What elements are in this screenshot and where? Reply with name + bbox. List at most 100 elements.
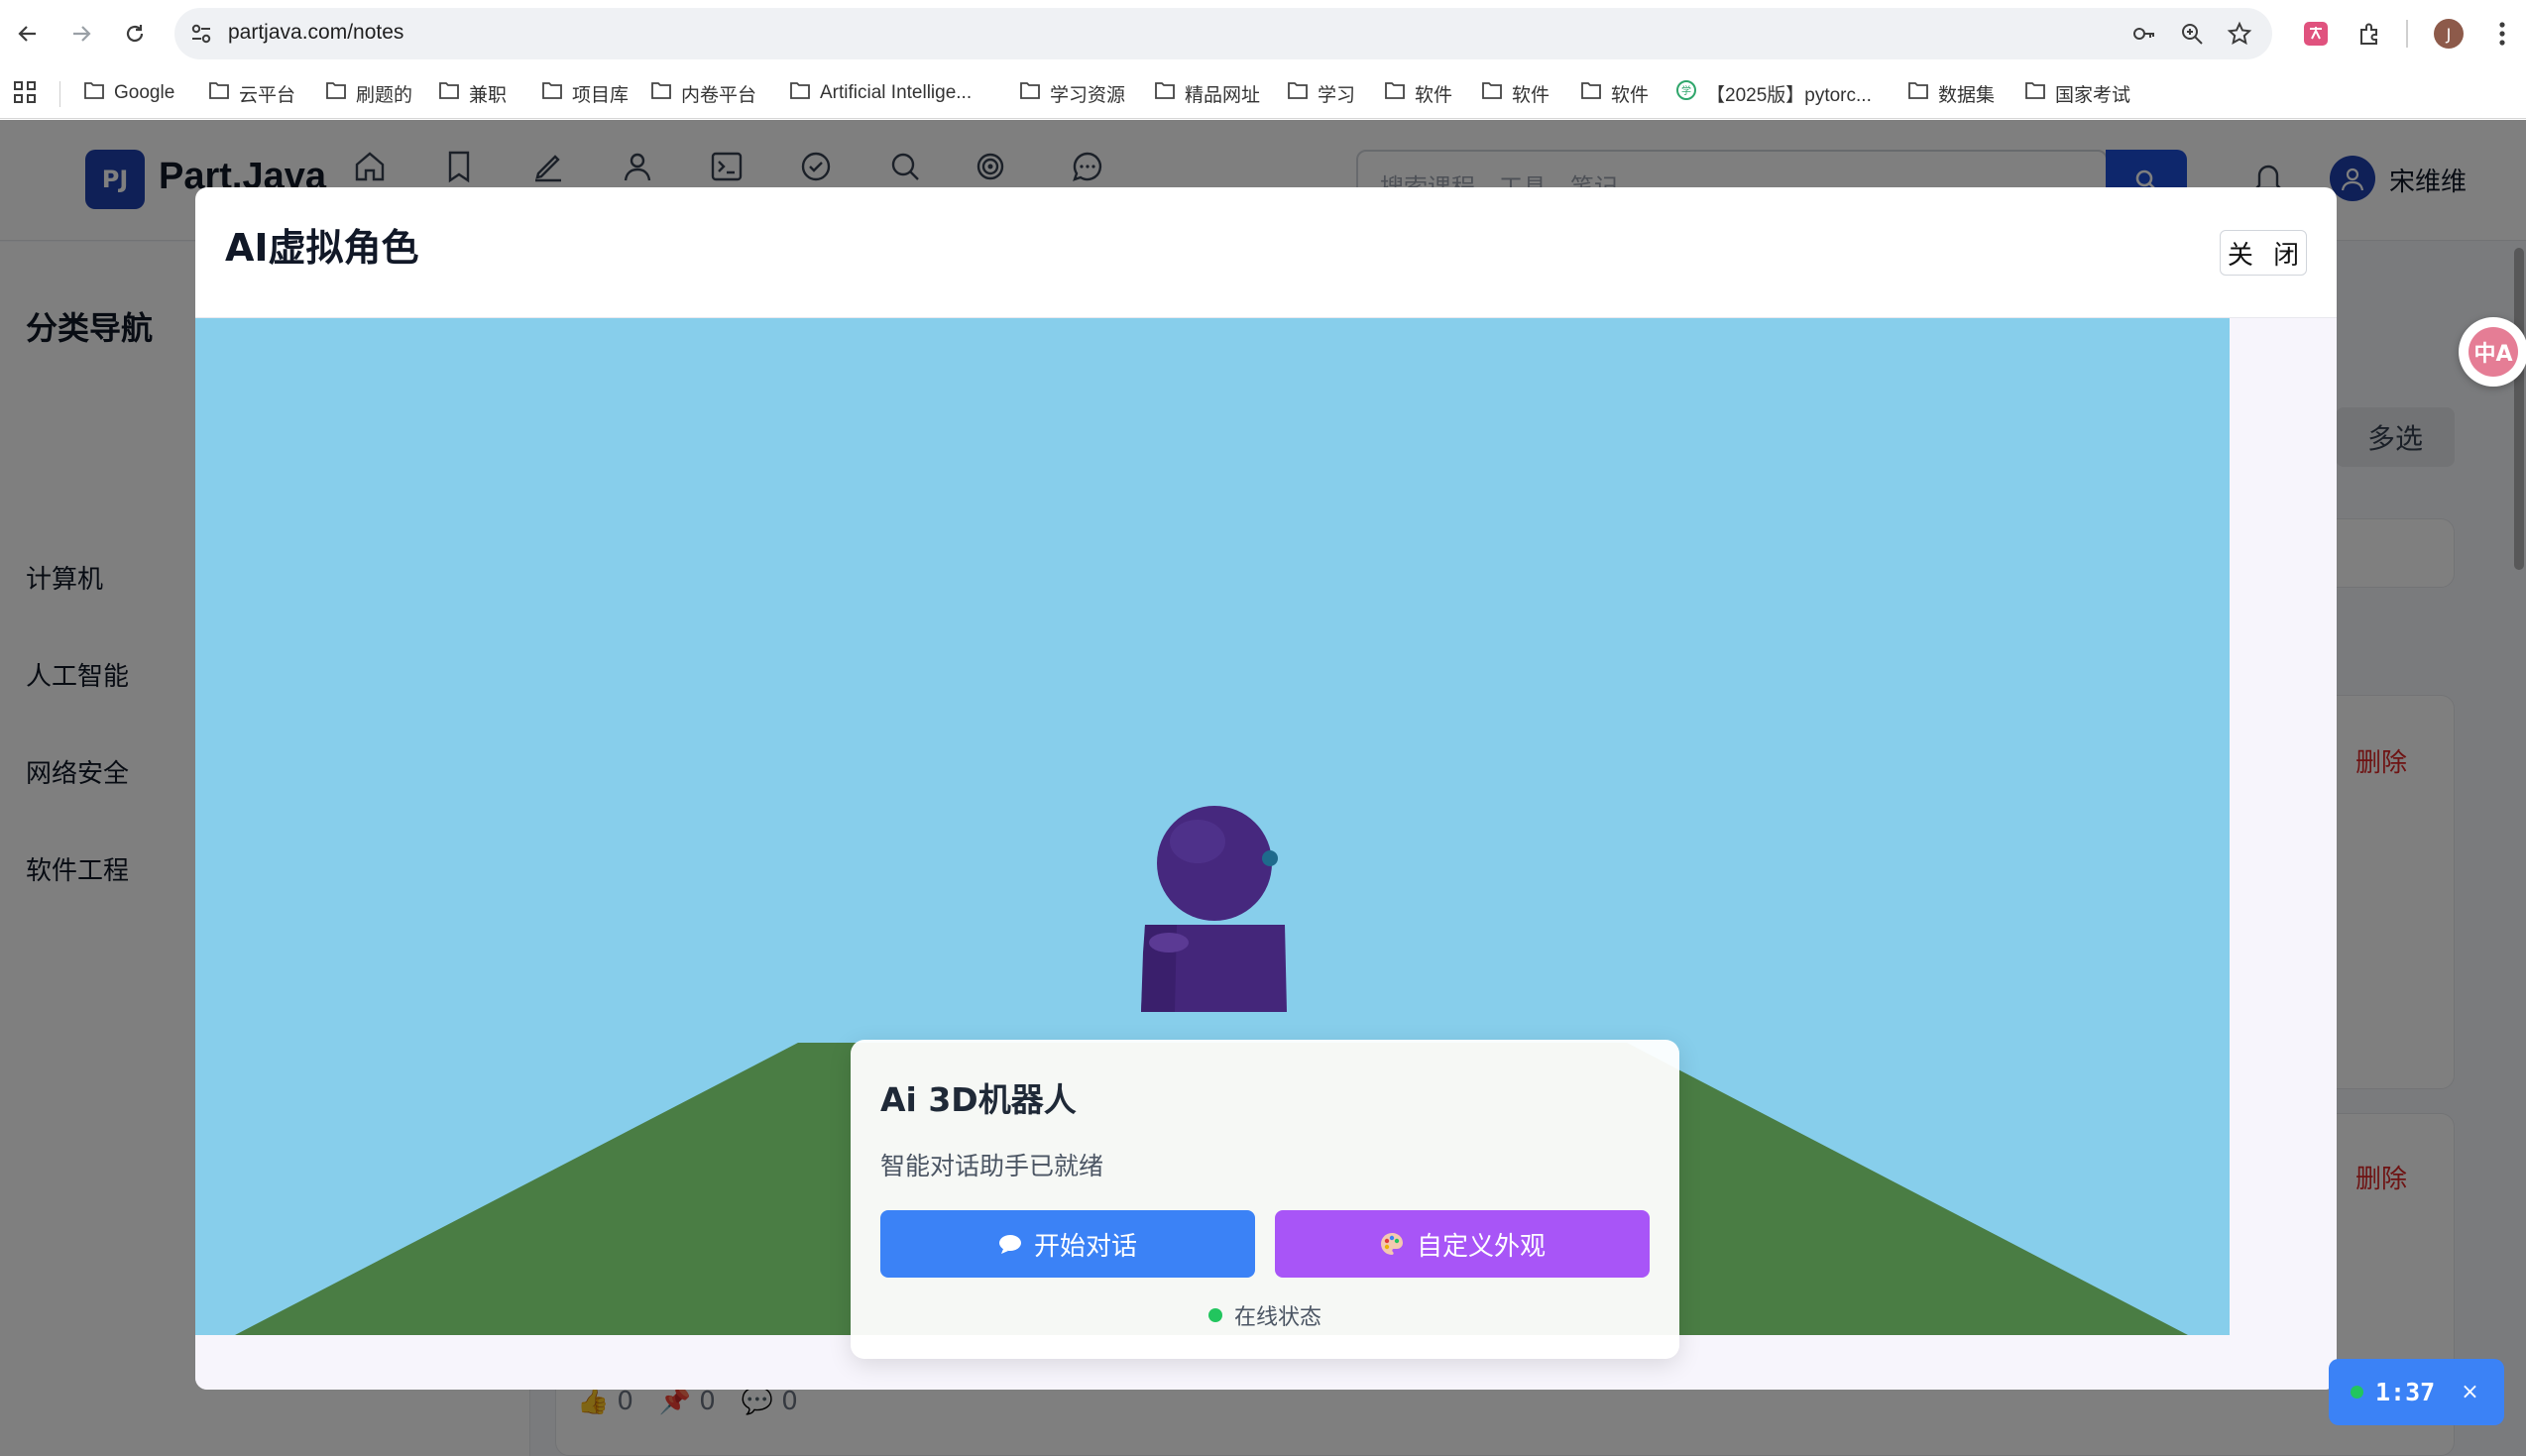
bookmark-item[interactable]: 软件 <box>1580 77 1649 109</box>
bookmark-label: 内卷平台 <box>681 84 757 106</box>
robot-card-title: Ai 3D机器人 <box>880 1080 1077 1119</box>
start-chat-button[interactable]: 开始对话 <box>880 1210 1255 1278</box>
timer-close-icon[interactable]: × <box>2461 1380 2478 1404</box>
password-key-icon[interactable] <box>2131 21 2157 47</box>
address-bar[interactable]: partjava.com/notes <box>174 8 2272 59</box>
bookmark-item[interactable]: 兼职 <box>438 77 507 109</box>
site-favicon-icon: 学 <box>1675 79 1697 107</box>
folder-icon <box>1481 80 1503 106</box>
folder-icon <box>650 80 672 106</box>
folder-icon <box>325 80 347 106</box>
folder-icon <box>438 80 460 106</box>
browser-toolbar: partjava.com/notes J <box>0 0 2526 67</box>
bookmarks-divider <box>59 81 60 107</box>
timer-time: 1:37 <box>2375 1378 2436 1406</box>
folder-icon <box>541 80 563 106</box>
robot-model <box>1141 806 1287 1012</box>
back-arrow-icon <box>18 26 36 42</box>
recording-dot-icon <box>2351 1386 2363 1399</box>
robot-info-card: Ai 3D机器人 智能对话助手已就绪 开始对话 自定义外观 在线状态 <box>851 1040 1679 1359</box>
site-info-icon[interactable] <box>188 21 214 47</box>
bookmark-item[interactable]: 学习 <box>1287 77 1355 109</box>
bookmark-item[interactable]: 数据集 <box>1907 77 1995 109</box>
bookmark-label: 学习 <box>1318 84 1356 106</box>
toolbar-divider <box>2406 20 2408 48</box>
bookmark-item[interactable]: 刷题的 <box>325 77 412 109</box>
url-text: partjava.com/notes <box>228 21 404 44</box>
bookmark-label: 精品网址 <box>1185 84 1261 106</box>
folder-icon <box>789 80 811 106</box>
status-text: 在线状态 <box>1233 1305 1321 1330</box>
bookmark-item[interactable]: Artificial Intellige... <box>789 77 972 109</box>
translate-extension-icon[interactable] <box>2296 14 2336 54</box>
bookmark-label: 软件 <box>1611 84 1650 106</box>
close-button[interactable]: 关 闭 <box>2220 230 2307 276</box>
folder-icon <box>1384 80 1406 106</box>
bookmark-label: 兼职 <box>469 84 508 106</box>
bookmark-item[interactable]: 精品网址 <box>1154 77 1260 109</box>
customize-label: 自定义外观 <box>1416 1231 1546 1262</box>
online-status: 在线状态 <box>851 1299 1679 1331</box>
modal-header: AI虚拟角色 关 闭 <box>195 187 2337 318</box>
folder-icon <box>208 80 230 106</box>
bookmark-item[interactable]: 项目库 <box>541 77 629 109</box>
profile-initial: J <box>2434 19 2464 49</box>
bookmark-label: Google <box>114 82 175 103</box>
folder-icon <box>1580 80 1602 106</box>
translate-floating-button[interactable]: 中A <box>2459 317 2526 387</box>
folder-icon <box>1154 80 1176 106</box>
bookmark-label: 云平台 <box>239 84 296 106</box>
chrome-menu-button[interactable] <box>2482 14 2522 54</box>
svg-text:学: 学 <box>1681 84 1691 97</box>
bookmark-label: 软件 <box>1512 84 1550 106</box>
bookmark-item[interactable]: 软件 <box>1384 77 1452 109</box>
speech-bubble-icon <box>998 1235 1021 1254</box>
bookmark-label: Artificial Intellige... <box>820 82 973 103</box>
bookmark-label: 软件 <box>1415 84 1453 106</box>
bookmark-label: 数据集 <box>1938 84 1996 106</box>
start-chat-label: 开始对话 <box>1033 1231 1137 1262</box>
modal-title: AI虚拟角色 <box>225 226 419 270</box>
online-dot-icon <box>1207 1308 1222 1322</box>
back-button[interactable] <box>8 14 48 54</box>
folder-icon <box>2024 80 2046 106</box>
extensions-puzzle-icon[interactable] <box>2350 14 2389 54</box>
translate-icon: 中A <box>2469 327 2518 377</box>
palette-icon <box>1380 1233 1403 1255</box>
more-vertical-icon <box>2499 22 2505 46</box>
folder-icon <box>1907 80 1929 106</box>
bookmark-item[interactable]: 云平台 <box>208 77 295 109</box>
forward-button[interactable] <box>61 14 101 54</box>
profile-avatar[interactable]: J <box>2429 14 2469 54</box>
bookmark-item[interactable]: 学 【2025版】pytorc... <box>1675 77 1872 109</box>
bookmark-item[interactable]: 国家考试 <box>2024 77 2130 109</box>
bookmark-label: 项目库 <box>572 84 630 106</box>
forward-arrow-icon <box>73 26 91 42</box>
robot-head-highlight <box>1170 820 1225 863</box>
bookmark-label: 【2025版】pytorc... <box>1706 84 1872 106</box>
folder-icon <box>1287 80 1309 106</box>
page-scrollbar[interactable] <box>2514 248 2524 570</box>
bookmark-label: 刷题的 <box>356 84 413 106</box>
apps-grid-icon[interactable] <box>12 79 38 105</box>
bookmark-label: 国家考试 <box>2055 84 2131 106</box>
reload-icon <box>126 25 144 43</box>
zoom-icon[interactable] <box>2179 21 2205 47</box>
bookmark-star-icon[interactable] <box>2227 21 2252 47</box>
robot-card-subtitle: 智能对话助手已就绪 <box>880 1152 1104 1180</box>
robot-shoulder <box>1149 933 1189 952</box>
bookmarks-bar: Google 云平台 刷题的 兼职 项目库 内卷平台 Artificial Intellig… <box>0 67 2526 119</box>
robot-head <box>1157 806 1272 921</box>
bookmark-item[interactable]: 学习资源 <box>1019 77 1125 109</box>
folder-icon <box>1019 80 1041 106</box>
customize-appearance-button[interactable]: 自定义外观 <box>1275 1210 1650 1278</box>
folder-icon <box>83 80 105 106</box>
bookmark-item[interactable]: 软件 <box>1481 77 1550 109</box>
timer-widget[interactable]: 1:37 × <box>2329 1359 2504 1425</box>
modal-body: Ai 3D机器人 智能对话助手已就绪 开始对话 自定义外观 在线状态 <box>195 318 2337 1390</box>
bookmark-item[interactable]: Google <box>83 77 174 109</box>
bookmark-label: 学习资源 <box>1050 84 1126 106</box>
bookmark-item[interactable]: 内卷平台 <box>650 77 756 109</box>
reload-button[interactable] <box>115 14 155 54</box>
robot-eye <box>1262 850 1278 866</box>
